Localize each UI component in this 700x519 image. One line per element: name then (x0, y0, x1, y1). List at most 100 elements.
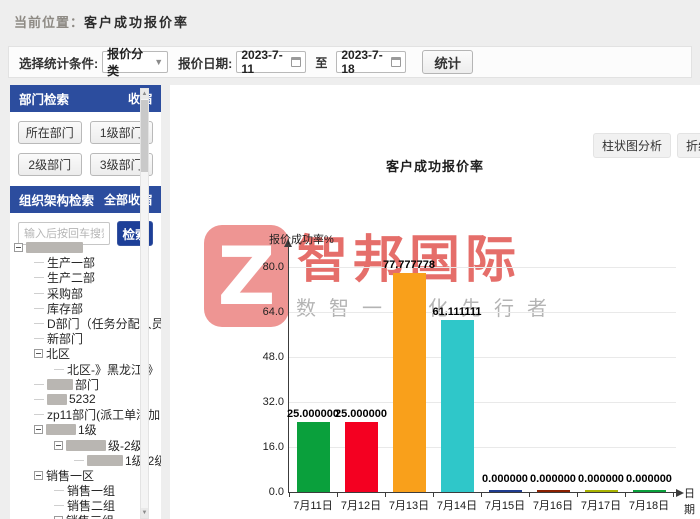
axis-tickmark (337, 493, 338, 497)
tree-item[interactable]: 采购部 (10, 286, 161, 301)
y-tick-label: 64.0 (248, 306, 284, 318)
tree-item[interactable]: 5232 (10, 392, 161, 407)
tree-item-label: 生产一部 (47, 255, 95, 270)
gridline (289, 357, 676, 358)
tree-item[interactable]: zp11部门(派工单添加 (10, 407, 161, 422)
x-tick-label: 7月14日 (433, 497, 481, 513)
axis-tickmark (577, 493, 578, 497)
axis-tickmark (289, 493, 290, 497)
x-tick-label: 7月12日 (337, 497, 385, 513)
y-tick-label: 48.0 (248, 351, 284, 363)
chart-bar[interactable] (441, 320, 474, 492)
scrollbar-thumb[interactable] (141, 100, 148, 172)
tree-item-label: 销售一区 (46, 468, 94, 483)
tree-connector (34, 262, 44, 263)
tree-collapse-icon[interactable] (34, 425, 43, 434)
chart-bar[interactable] (537, 490, 570, 492)
scroll-up-icon[interactable]: ▲ (141, 89, 148, 99)
x-tick-label: 7月13日 (385, 497, 433, 513)
tree-item-label: 销售二组 (67, 498, 115, 513)
redacted-label (87, 455, 123, 466)
tree-item-label: 部门 (75, 377, 99, 392)
x-tick-label: 7月11日 (289, 497, 337, 513)
tree-item[interactable]: 1级 (10, 422, 161, 437)
bar-chart-analysis-button[interactable]: 柱状图分析 (593, 133, 671, 158)
dept-level2-button[interactable]: 2级部门 (18, 153, 82, 176)
tree-item[interactable]: 销售一组 (10, 483, 161, 498)
tree-collapse-icon[interactable] (34, 471, 43, 480)
tree-item-label: 采购部 (47, 286, 83, 301)
redacted-label (66, 440, 106, 451)
tree-collapse-icon[interactable] (54, 441, 63, 450)
axis-tickmark (673, 493, 674, 497)
chart-title: 客户成功报价率 (310, 156, 560, 175)
date-to-label: 至 (315, 54, 327, 71)
line-chart-analysis-button[interactable]: 折线图分析 (677, 133, 700, 158)
org-search-title: 组织架构检索 (19, 190, 94, 209)
x-tick-label: 7月18日 (625, 497, 673, 513)
y-tick-label: 32.0 (248, 396, 284, 408)
calendar-icon[interactable] (291, 57, 301, 67)
chart-bar[interactable] (345, 422, 378, 492)
tree-connector (34, 338, 44, 339)
tree-collapse-icon[interactable] (14, 243, 23, 252)
tree-item-label: 北区 (46, 346, 70, 361)
tree-scrollbar[interactable]: ▲ ▼ (140, 88, 149, 519)
tree-item[interactable]: 级-2级 (10, 437, 161, 452)
tree-item[interactable]: 部门 (10, 377, 161, 392)
tree-item[interactable]: 生产一部 (10, 255, 161, 270)
date-from-input[interactable]: 2023-7-11 (236, 51, 306, 73)
tree-item[interactable]: D部门（任务分配人员 (10, 316, 161, 331)
tree-item[interactable]: 北区 (10, 346, 161, 361)
calendar-icon[interactable] (391, 57, 401, 67)
x-tick-label: 7月16日 (529, 497, 577, 513)
category-select[interactable]: 报价分类 ▼ (102, 51, 168, 73)
tree-item-label: 级-2级 (108, 437, 143, 452)
y-axis-label: 报价成功率% (269, 231, 334, 247)
x-axis-arrow-icon (676, 489, 684, 497)
bar-value-label: 25.000000 (325, 408, 397, 420)
chart-bar[interactable] (297, 422, 330, 492)
date-to-value: 2023-7-18 (341, 48, 391, 76)
x-tick-label: 7月17日 (577, 497, 625, 513)
tree-item[interactable]: 销售一区 (10, 468, 161, 483)
tree-item[interactable]: 生产二部 (10, 270, 161, 285)
tree-item[interactable]: 北区-》黑龙江-》 (10, 362, 161, 377)
tree-connector (54, 369, 64, 370)
redacted-label (47, 394, 67, 405)
tree-item-label: 生产二部 (47, 270, 95, 285)
chart-bar[interactable] (489, 490, 522, 492)
chevron-down-icon: ▼ (154, 57, 163, 67)
tree-item[interactable]: 库存部 (10, 301, 161, 316)
dept-current-button[interactable]: 所在部门 (18, 121, 82, 144)
scroll-down-icon[interactable]: ▼ (141, 508, 148, 518)
axis-tickmark (433, 493, 434, 497)
axis-tickmark (529, 493, 530, 497)
statistics-button[interactable]: 统计 (422, 50, 473, 74)
tree-connector (34, 414, 44, 415)
tree-item[interactable]: 销售三组 (10, 513, 161, 519)
axis-tickmark (481, 493, 482, 497)
bar-value-label: 77.777778 (373, 259, 445, 271)
chart-bar[interactable] (585, 490, 618, 492)
tree-item[interactable]: 1级-2级-3 (10, 453, 161, 468)
tree-item-label: 销售一组 (67, 483, 115, 498)
date-to-input[interactable]: 2023-7-18 (336, 51, 406, 73)
tree-item-label: 1级 (78, 422, 97, 437)
department-tree: 生产一部生产二部采购部库存部D部门（任务分配人员新部门北区北区-》黑龙江-》部门… (10, 235, 161, 519)
tree-connector (54, 505, 64, 506)
tree-connector (34, 277, 44, 278)
chart-bar[interactable] (633, 490, 666, 492)
dept-search-title: 部门检索 (19, 89, 69, 108)
redacted-label (47, 379, 73, 390)
tree-item[interactable]: 新部门 (10, 331, 161, 346)
tree-connector (74, 460, 84, 461)
tree-item[interactable]: 销售二组 (10, 498, 161, 513)
tree-item[interactable] (10, 240, 161, 255)
y-tick-label: 80.0 (248, 261, 284, 273)
bar-value-label: 61.111111 (421, 306, 493, 318)
chart-mode-buttons: 柱状图分析 折线图分析 (593, 133, 700, 158)
date-range-label: 报价日期: (178, 53, 232, 72)
tree-collapse-icon[interactable] (34, 349, 43, 358)
redacted-label (46, 424, 76, 435)
